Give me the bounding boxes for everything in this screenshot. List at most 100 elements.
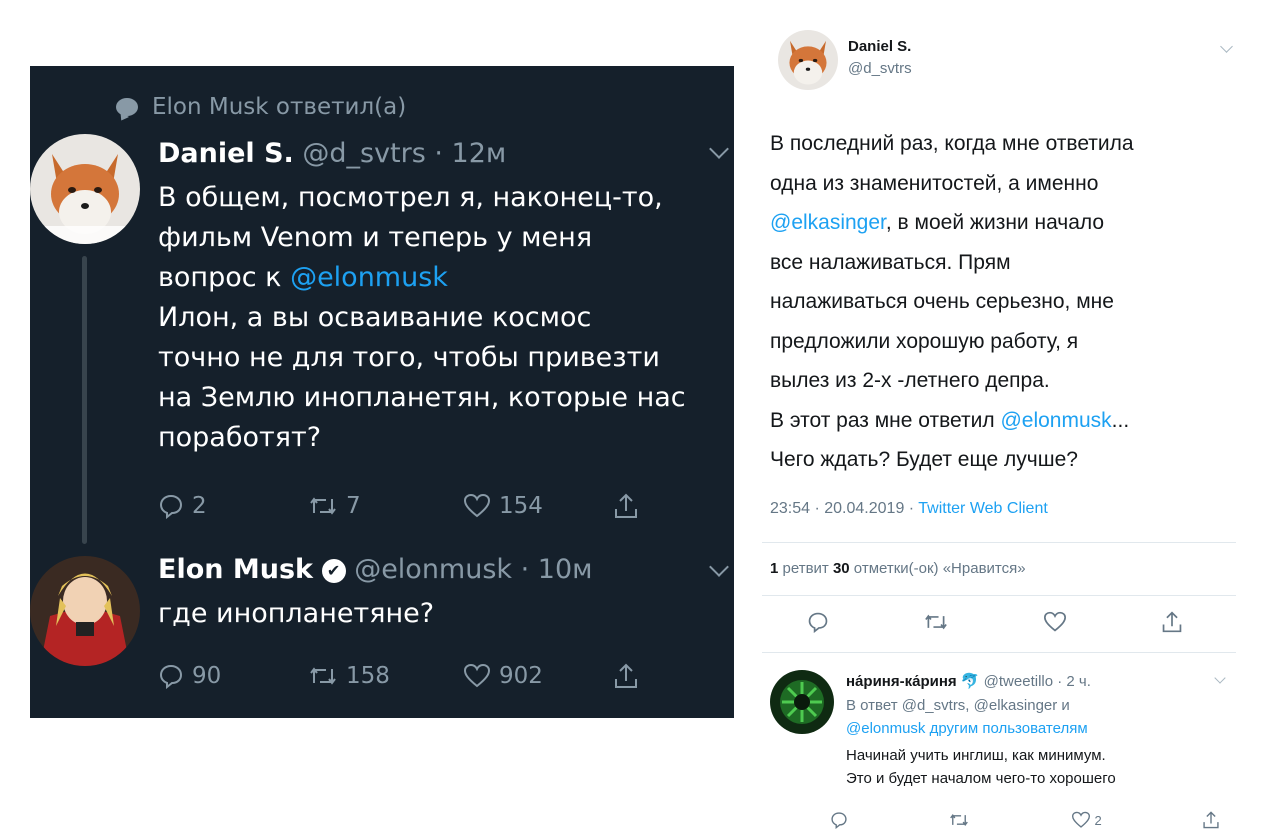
retweet-count: 158 [346,663,390,689]
author-handle-time[interactable]: @tweetillo · 2 ч. [980,673,1091,690]
tweet-line: Чего ждать? Будет еще лучше? [770,448,1078,471]
retweet-button[interactable]: 158 [308,663,463,689]
like-count: 2 [1094,812,1102,828]
retweet-icon [310,667,336,685]
avatar-fox[interactable] [778,30,838,90]
reply-icon[interactable] [830,811,848,829]
author-handle[interactable]: @d_svtrs [848,60,912,77]
tweet-actions: 2 7 154 [158,492,639,520]
reply-actions: 2 [830,810,1220,830]
chevron-down-icon[interactable] [709,139,729,159]
like-button[interactable]: 154 [463,493,613,519]
dolphin-icon: 🐬 [960,673,980,690]
tweet-actions: 90 158 902 [158,662,639,690]
reply-button[interactable]: 2 [158,493,308,519]
tweet-line: @elkasinger, в моей жизни начало [770,211,1105,234]
reply-tweet: на́риня-ка́риня 🐬 @tweetillo · 2 ч. В от… [760,660,1236,838]
tweet-line: вылез из 2-х -летнего депра. [770,369,1050,392]
retweet-icon[interactable] [948,811,970,829]
tweet-line: Илон, а вы осваивание космос [158,302,592,333]
author-name[interactable]: Daniel S. [848,38,911,55]
tweet-actions [760,610,1230,634]
tweet-body: где инопланетяне? [158,594,434,634]
author-handle-time[interactable]: @d_svtrs · 12м [302,138,506,169]
like-count: 154 [499,493,543,519]
tweet-line: на Землю инопланетян, которые нас [158,382,686,413]
reply-context-label: Elon Musk ответил(а) [152,94,407,120]
like-count[interactable]: 30 [833,560,850,577]
chevron-down-icon[interactable] [709,557,729,577]
reply-count: 2 [192,493,207,519]
tweet-line: В последний раз, когда мне ответила [770,132,1134,155]
retweet-icon[interactable] [923,611,949,633]
heart-icon [463,493,491,518]
light-tweet-screenshot: Daniel S. @d_svtrs В последний раз, когд… [760,20,1242,838]
tweet-line: В этот раз мне ответил @elonmusk... [770,408,1130,432]
like-label[interactable]: отметки(-ок) «Нравится» [850,560,1026,577]
retweet-label[interactable]: ретвит [778,560,833,577]
reply-context: Elon Musk ответил(а) [116,94,406,120]
heart-icon[interactable] [1043,611,1067,633]
like-button[interactable]: 2 [1071,811,1102,829]
tweet-line: где инопланетяне? [158,598,435,629]
share-icon [615,493,637,518]
tweet-line: В общем, посмотрел я, наконец-то, [158,182,663,213]
heart-icon [463,663,491,688]
timestamp[interactable]: 23:54 · 20.04.2019 · [770,500,918,517]
mention-link[interactable]: @elonmusk [1000,409,1111,432]
verified-badge-icon: ✔ [321,559,346,583]
author-name[interactable]: на́риня-ка́риня [846,673,957,690]
tweet-header: Elon Musk ✔ @elonmusk · 10м [158,554,593,585]
like-count: 902 [499,663,543,689]
tweet-line: поработят? [158,422,322,453]
avatar-fox[interactable] [30,134,140,244]
divider [762,542,1236,543]
tweet-stats: 1 ретвит 30 отметки(-ок) «Нравится» [770,560,1026,577]
reply-line: Это и будет началом чего-то хорошего [846,770,1116,787]
tweet-line: фильм Venom и теперь у меня [158,222,593,253]
tweet-body: В общем, посмотрел я, наконец-то, фильм … [158,178,686,458]
like-button[interactable]: 902 [463,663,613,689]
author-name[interactable]: Elon Musk [158,554,313,585]
mention-link[interactable]: @elonmusk [290,262,448,293]
tweet-line: предложили хорошую работу, я [770,329,1079,353]
share-icon[interactable] [1202,810,1220,830]
share-button[interactable] [613,492,639,520]
in-reply-to: В ответ @d_svtrs, @elkasinger и @elonmus… [846,694,1088,740]
avatar-anime[interactable] [30,556,140,666]
reply-header: на́риня-ка́риня 🐬 @tweetillo · 2 ч. [846,672,1091,690]
tweet-line: все налаживаться. Прям [770,250,1011,274]
mention-link[interactable]: @elkasinger [770,211,886,234]
reply-line: Начинай учить инглиш, как минимум. [846,747,1106,764]
tweet-body: В последний раз, когда мне ответила одна… [770,124,1134,480]
reply-button[interactable]: 90 [158,663,308,689]
chevron-down-icon[interactable] [1220,40,1233,53]
divider [762,652,1236,653]
reply-icon[interactable] [807,611,829,633]
reply-icon [159,494,183,519]
chevron-down-icon[interactable] [1214,672,1226,684]
author-name[interactable]: Daniel S. [158,138,294,169]
dark-thread-screenshot: Elon Musk ответил(а) Daniel S. @d_svtrs … [30,66,734,718]
retweet-button[interactable]: 7 [308,493,463,519]
tweet-header: Daniel S. @d_svtrs · 12м [158,138,506,169]
avatar-green[interactable] [770,670,834,734]
reply-count: 90 [192,663,222,689]
share-icon [615,663,637,688]
retweet-icon [310,497,336,515]
divider [762,595,1236,596]
in-reply-line[interactable]: В ответ @d_svtrs, @elkasinger и [846,694,1088,717]
tweet-line: одна из знаменитостей, а именно [770,171,1099,195]
share-icon[interactable] [1161,610,1183,634]
in-reply-line[interactable]: @elonmusk другим пользователям [846,717,1088,740]
speech-bubble-icon [116,98,138,116]
share-button[interactable] [613,662,639,690]
author-handle-time[interactable]: @elonmusk · 10м [354,554,592,585]
thread-connector-line [82,256,87,544]
tweet-line: точно не для того, чтобы привезти [158,342,660,373]
heart-icon[interactable] [1071,811,1091,829]
reply-body: Начинай учить инглиш, как минимум. Это и… [846,744,1116,790]
retweet-count: 7 [346,493,361,519]
tweet-line: налаживаться очень серьезно, мне [770,290,1114,313]
tweet-source[interactable]: Twitter Web Client [918,500,1048,517]
